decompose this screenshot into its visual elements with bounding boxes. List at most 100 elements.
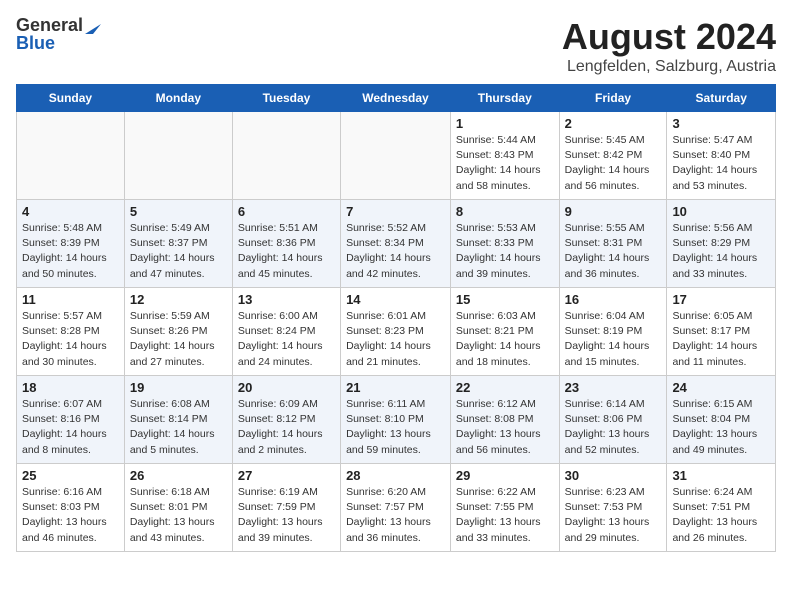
day-info: Sunrise: 6:04 AM Sunset: 8:19 PM Dayligh…: [565, 309, 662, 370]
calendar-cell: 30 Sunrise: 6:23 AM Sunset: 7:53 PM Dayli…: [559, 464, 667, 552]
day-number: 12: [130, 292, 227, 307]
calendar-cell: 6 Sunrise: 5:51 AM Sunset: 8:36 PM Daylig…: [232, 200, 340, 288]
logo-general-text: General: [16, 16, 83, 34]
day-info: Sunrise: 5:56 AM Sunset: 8:29 PM Dayligh…: [672, 221, 770, 282]
calendar-cell: 10 Sunrise: 5:56 AM Sunset: 8:29 PM Dayli…: [667, 200, 776, 288]
day-info: Sunrise: 5:59 AM Sunset: 8:26 PM Dayligh…: [130, 309, 227, 370]
calendar-day-header: Sunday: [17, 85, 125, 112]
day-info: Sunrise: 5:57 AM Sunset: 8:28 PM Dayligh…: [22, 309, 119, 370]
calendar-cell: 31 Sunrise: 6:24 AM Sunset: 7:51 PM Dayli…: [667, 464, 776, 552]
day-number: 9: [565, 204, 662, 219]
calendar-cell: 27 Sunrise: 6:19 AM Sunset: 7:59 PM Dayli…: [232, 464, 340, 552]
day-number: 2: [565, 116, 662, 131]
page-header: General Blue August 2024 Lengfelden, Sal…: [16, 16, 776, 76]
calendar-cell: 3 Sunrise: 5:47 AM Sunset: 8:40 PM Daylig…: [667, 112, 776, 200]
day-info: Sunrise: 6:00 AM Sunset: 8:24 PM Dayligh…: [238, 309, 335, 370]
calendar-day-header: Thursday: [450, 85, 559, 112]
day-info: Sunrise: 6:20 AM Sunset: 7:57 PM Dayligh…: [346, 485, 445, 546]
day-info: Sunrise: 6:03 AM Sunset: 8:21 PM Dayligh…: [456, 309, 554, 370]
logo-blue-text: Blue: [16, 34, 55, 52]
day-number: 28: [346, 468, 445, 483]
calendar-cell: 9Sunrise: 5:55 AM Sunset: 8:31 PM Daylig…: [559, 200, 667, 288]
calendar-cell: 20 Sunrise: 6:09 AM Sunset: 8:12 PM Dayli…: [232, 376, 340, 464]
day-number: 29: [456, 468, 554, 483]
calendar-header-row: SundayMondayTuesdayWednesdayThursdayFrid…: [17, 85, 776, 112]
day-info: Sunrise: 5:49 AM Sunset: 8:37 PM Dayligh…: [130, 221, 227, 282]
day-number: 11: [22, 292, 119, 307]
day-number: 22: [456, 380, 554, 395]
calendar-cell: [124, 112, 232, 200]
day-info: Sunrise: 6:09 AM Sunset: 8:12 PM Dayligh…: [238, 397, 335, 458]
calendar-table: SundayMondayTuesdayWednesdayThursdayFrid…: [16, 84, 776, 552]
calendar-week-row: 18Sunrise: 6:07 AM Sunset: 8:16 PM Dayli…: [17, 376, 776, 464]
day-info: Sunrise: 6:23 AM Sunset: 7:53 PM Dayligh…: [565, 485, 662, 546]
calendar-cell: 22 Sunrise: 6:12 AM Sunset: 8:08 PM Dayli…: [450, 376, 559, 464]
day-number: 5: [130, 204, 227, 219]
page-subtitle: Lengfelden, Salzburg, Austria: [562, 58, 776, 76]
day-number: 10: [672, 204, 770, 219]
day-number: 31: [672, 468, 770, 483]
day-number: 8: [456, 204, 554, 219]
calendar-cell: 23 Sunrise: 6:14 AM Sunset: 8:06 PM Dayli…: [559, 376, 667, 464]
calendar-cell: 11 Sunrise: 5:57 AM Sunset: 8:28 PM Dayli…: [17, 288, 125, 376]
calendar-cell: [17, 112, 125, 200]
day-number: 3: [672, 116, 770, 131]
calendar-cell: 13 Sunrise: 6:00 AM Sunset: 8:24 PM Dayli…: [232, 288, 340, 376]
calendar-day-header: Tuesday: [232, 85, 340, 112]
day-number: 16: [565, 292, 662, 307]
day-number: 26: [130, 468, 227, 483]
calendar-cell: 26 Sunrise: 6:18 AM Sunset: 8:01 PM Dayli…: [124, 464, 232, 552]
calendar-cell: 25Sunrise: 6:16 AM Sunset: 8:03 PM Dayli…: [17, 464, 125, 552]
day-info: Sunrise: 6:18 AM Sunset: 8:01 PM Dayligh…: [130, 485, 227, 546]
calendar-cell: [341, 112, 451, 200]
day-info: Sunrise: 6:24 AM Sunset: 7:51 PM Dayligh…: [672, 485, 770, 546]
calendar-cell: 16 Sunrise: 6:04 AM Sunset: 8:19 PM Dayli…: [559, 288, 667, 376]
calendar-cell: [232, 112, 340, 200]
logo-bird-icon: [85, 16, 101, 34]
day-info: Sunrise: 6:14 AM Sunset: 8:06 PM Dayligh…: [565, 397, 662, 458]
day-number: 20: [238, 380, 335, 395]
calendar-cell: 12 Sunrise: 5:59 AM Sunset: 8:26 PM Dayli…: [124, 288, 232, 376]
day-info: Sunrise: 6:12 AM Sunset: 8:08 PM Dayligh…: [456, 397, 554, 458]
day-info: Sunrise: 5:47 AM Sunset: 8:40 PM Dayligh…: [672, 133, 770, 194]
calendar-cell: 24Sunrise: 6:15 AM Sunset: 8:04 PM Dayli…: [667, 376, 776, 464]
calendar-cell: 21Sunrise: 6:11 AM Sunset: 8:10 PM Dayli…: [341, 376, 451, 464]
day-number: 30: [565, 468, 662, 483]
calendar-body: 1Sunrise: 5:44 AM Sunset: 8:43 PM Daylig…: [17, 112, 776, 552]
calendar-cell: 7 Sunrise: 5:52 AM Sunset: 8:34 PM Daylig…: [341, 200, 451, 288]
calendar-cell: 28 Sunrise: 6:20 AM Sunset: 7:57 PM Dayli…: [341, 464, 451, 552]
calendar-cell: 1Sunrise: 5:44 AM Sunset: 8:43 PM Daylig…: [450, 112, 559, 200]
calendar-cell: 29 Sunrise: 6:22 AM Sunset: 7:55 PM Dayli…: [450, 464, 559, 552]
calendar-cell: 14Sunrise: 6:01 AM Sunset: 8:23 PM Dayli…: [341, 288, 451, 376]
calendar-day-header: Monday: [124, 85, 232, 112]
logo: General Blue: [16, 16, 101, 52]
day-info: Sunrise: 5:48 AM Sunset: 8:39 PM Dayligh…: [22, 221, 119, 282]
day-number: 13: [238, 292, 335, 307]
day-number: 6: [238, 204, 335, 219]
day-number: 25: [22, 468, 119, 483]
day-info: Sunrise: 6:22 AM Sunset: 7:55 PM Dayligh…: [456, 485, 554, 546]
day-number: 27: [238, 468, 335, 483]
day-info: Sunrise: 5:44 AM Sunset: 8:43 PM Dayligh…: [456, 133, 554, 194]
calendar-week-row: 1Sunrise: 5:44 AM Sunset: 8:43 PM Daylig…: [17, 112, 776, 200]
day-number: 15: [456, 292, 554, 307]
day-info: Sunrise: 5:52 AM Sunset: 8:34 PM Dayligh…: [346, 221, 445, 282]
day-info: Sunrise: 6:15 AM Sunset: 8:04 PM Dayligh…: [672, 397, 770, 458]
day-info: Sunrise: 6:07 AM Sunset: 8:16 PM Dayligh…: [22, 397, 119, 458]
day-info: Sunrise: 6:08 AM Sunset: 8:14 PM Dayligh…: [130, 397, 227, 458]
calendar-cell: 15 Sunrise: 6:03 AM Sunset: 8:21 PM Dayli…: [450, 288, 559, 376]
calendar-day-header: Saturday: [667, 85, 776, 112]
day-number: 23: [565, 380, 662, 395]
day-info: Sunrise: 6:05 AM Sunset: 8:17 PM Dayligh…: [672, 309, 770, 370]
calendar-cell: 2Sunrise: 5:45 AM Sunset: 8:42 PM Daylig…: [559, 112, 667, 200]
day-info: Sunrise: 5:51 AM Sunset: 8:36 PM Dayligh…: [238, 221, 335, 282]
calendar-week-row: 4Sunrise: 5:48 AM Sunset: 8:39 PM Daylig…: [17, 200, 776, 288]
day-number: 17: [672, 292, 770, 307]
calendar-week-row: 25Sunrise: 6:16 AM Sunset: 8:03 PM Dayli…: [17, 464, 776, 552]
calendar-cell: 8Sunrise: 5:53 AM Sunset: 8:33 PM Daylig…: [450, 200, 559, 288]
day-number: 7: [346, 204, 445, 219]
calendar-cell: 5 Sunrise: 5:49 AM Sunset: 8:37 PM Daylig…: [124, 200, 232, 288]
title-section: August 2024 Lengfelden, Salzburg, Austri…: [562, 16, 776, 76]
calendar-day-header: Friday: [559, 85, 667, 112]
day-info: Sunrise: 6:19 AM Sunset: 7:59 PM Dayligh…: [238, 485, 335, 546]
